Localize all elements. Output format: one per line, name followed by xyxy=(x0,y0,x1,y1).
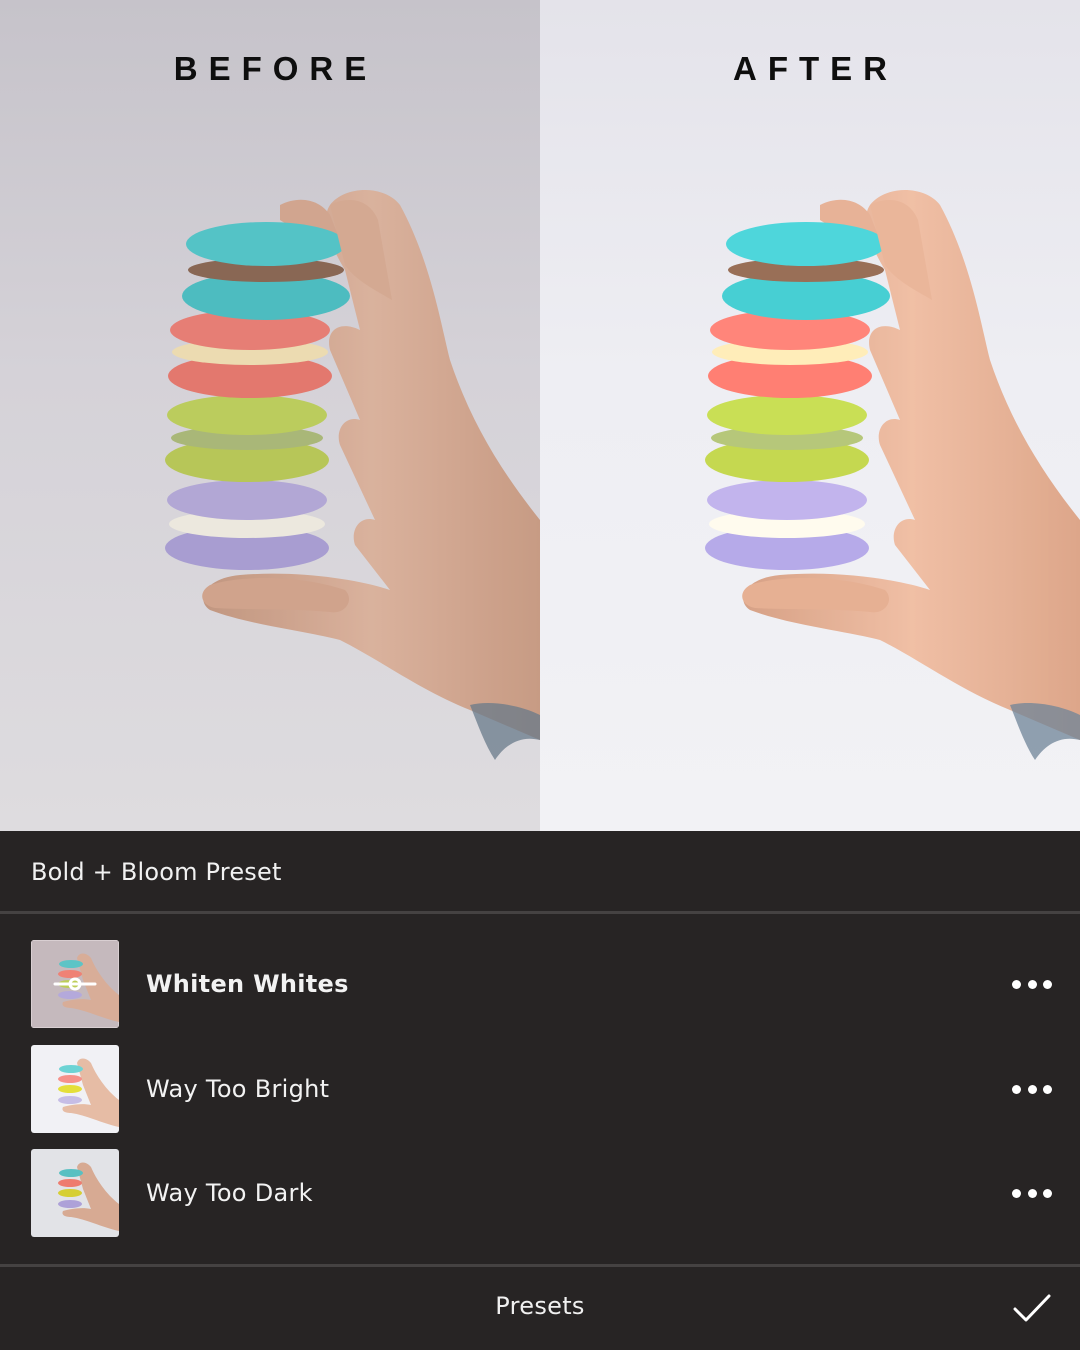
preset-item-way-too-bright[interactable]: Way Too Bright xyxy=(0,1044,1080,1134)
preset-name: Way Too Bright xyxy=(146,1075,330,1103)
more-horizontal-icon[interactable] xyxy=(1012,974,1052,994)
before-after-comparison: BEFORE AFTER xyxy=(0,0,1080,831)
preset-thumbnail[interactable] xyxy=(31,1149,119,1237)
preset-thumbnail[interactable] xyxy=(31,1045,119,1133)
preset-name: Whiten Whites xyxy=(146,970,349,998)
preset-collection-title: Bold + Bloom Preset xyxy=(31,858,282,886)
preset-sheet: Bold + Bloom Preset Whiten Whites Way To… xyxy=(0,831,1080,1350)
preset-item-way-too-dark[interactable]: Way Too Dark xyxy=(0,1148,1080,1238)
before-macaron-image xyxy=(165,190,540,760)
more-horizontal-icon[interactable] xyxy=(1012,1079,1052,1099)
before-photo: BEFORE xyxy=(0,0,540,831)
divider xyxy=(0,911,1080,914)
preset-item-whiten-whites[interactable]: Whiten Whites xyxy=(0,939,1080,1029)
preset-thumbnail[interactable] xyxy=(31,940,119,1028)
after-label: AFTER xyxy=(733,50,898,87)
checkmark-icon[interactable] xyxy=(1011,1287,1053,1329)
presets-tab-label[interactable]: Presets xyxy=(0,1292,1080,1320)
compare-slider-icon xyxy=(53,977,97,991)
footer-bar: Presets xyxy=(0,1267,1080,1350)
after-macaron-image xyxy=(705,190,1080,760)
after-photo: AFTER xyxy=(540,0,1080,831)
preset-name: Way Too Dark xyxy=(146,1179,313,1207)
more-horizontal-icon[interactable] xyxy=(1012,1183,1052,1203)
before-label: BEFORE xyxy=(173,50,378,87)
